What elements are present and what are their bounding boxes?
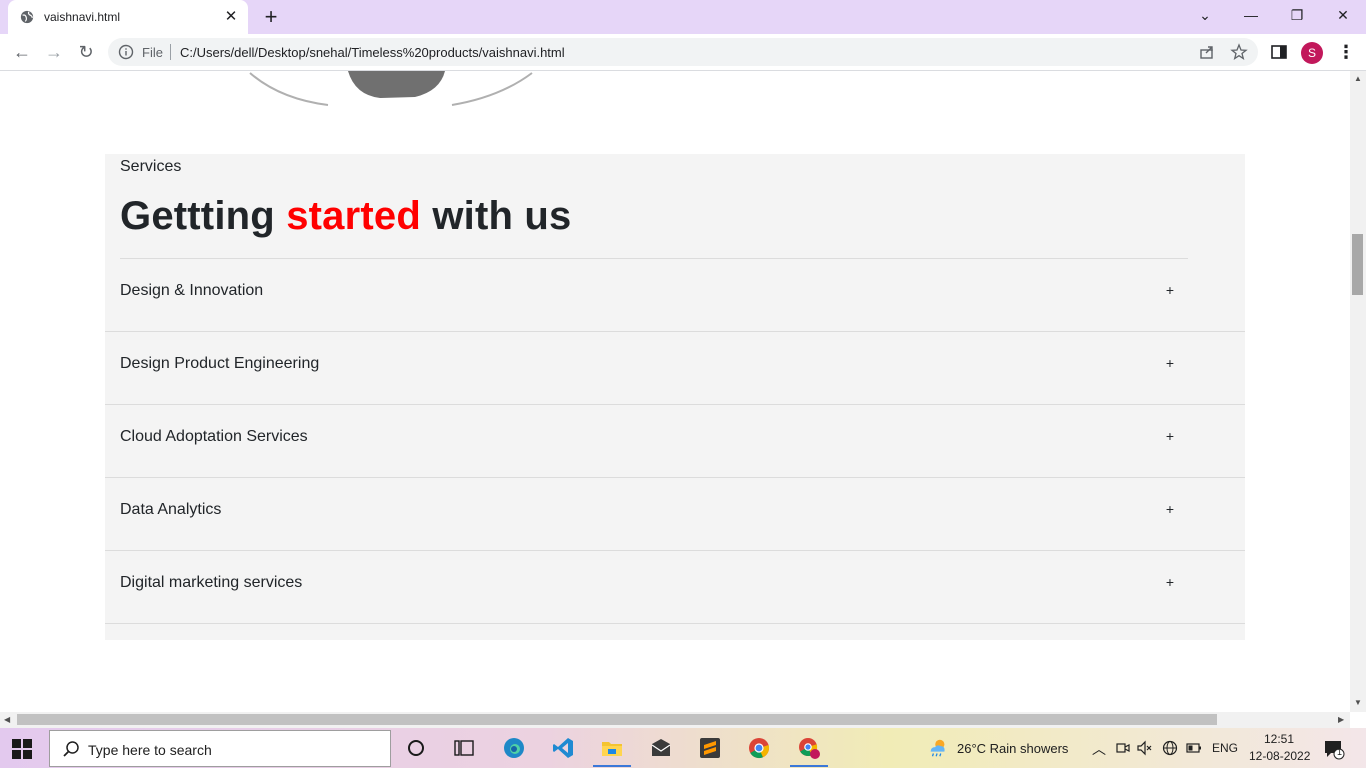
url-text[interactable]: C:/Users/dell/Desktop/snehal/Timeless%20… (180, 45, 565, 60)
minimize-button[interactable]: — (1228, 0, 1274, 32)
active-app-indicator (593, 765, 631, 767)
taskbar-search-input[interactable]: Type here to search (49, 730, 391, 767)
clock-time[interactable]: 12:51 (1264, 732, 1294, 746)
expand-plus-icon[interactable]: + (1163, 500, 1177, 518)
network-globe-icon[interactable] (1162, 740, 1178, 756)
windows-taskbar: Type here to search 26°C Rain showers ︿ … (0, 728, 1366, 768)
divider (170, 44, 171, 60)
vscode-icon[interactable] (551, 736, 575, 760)
page-viewport: Services Gettting started with us Design… (0, 71, 1350, 712)
edge-browser-icon[interactable] (502, 736, 526, 760)
vertical-scrollbar[interactable]: ▲ ▼ (1350, 71, 1366, 712)
search-placeholder: Type here to search (88, 742, 212, 758)
expand-plus-icon[interactable]: + (1163, 281, 1177, 299)
clock-date[interactable]: 12-08-2022 (1249, 749, 1310, 763)
heading-accent-word: started (286, 194, 421, 238)
accordion-label[interactable]: Cloud Adoptation Services (120, 428, 308, 446)
scroll-down-arrow-icon[interactable]: ▼ (1354, 698, 1362, 707)
accordion-item-cloud-adoptation[interactable]: Cloud Adoptation Services + (105, 405, 1245, 478)
file-explorer-icon[interactable] (600, 736, 624, 760)
scroll-up-arrow-icon[interactable]: ▲ (1354, 74, 1362, 83)
menu-icon[interactable]: ⋮ (1334, 40, 1358, 64)
share-icon[interactable] (1198, 43, 1216, 61)
close-tab-icon[interactable]: ✕ (222, 8, 240, 26)
info-icon[interactable] (118, 44, 134, 60)
services-section: Services Gettting started with us Design… (105, 154, 1245, 640)
close-window-button[interactable]: ✕ (1320, 0, 1366, 32)
scroll-left-arrow-icon[interactable]: ◀ (4, 715, 10, 724)
windows-start-icon[interactable] (12, 739, 32, 759)
horizontal-scroll-thumb[interactable] (17, 714, 1217, 725)
sublime-text-icon[interactable] (698, 736, 722, 760)
expand-plus-icon[interactable]: + (1163, 354, 1177, 372)
forward-icon[interactable]: → (42, 40, 66, 64)
tab-title: vaishnavi.html (44, 10, 121, 24)
section-label: Services (120, 158, 182, 175)
tab-search-icon[interactable]: ⌄ (1182, 0, 1228, 32)
active-app-indicator (790, 765, 828, 767)
browser-tab[interactable]: vaishnavi.html ✕ (8, 0, 248, 34)
notification-count-badge: 1 (1337, 747, 1343, 757)
language-indicator[interactable]: ENG (1212, 741, 1238, 755)
browser-toolbar: ← → ↻ File C:/Users/dell/Desktop/snehal/… (0, 34, 1366, 71)
mail-icon[interactable] (649, 736, 673, 760)
weather-text[interactable]: 26°C Rain showers (957, 741, 1068, 756)
heading-text-start: Gettting (120, 194, 287, 238)
side-panel-icon[interactable] (1271, 44, 1287, 60)
accordion-item-data-analytics[interactable]: Data Analytics + (105, 478, 1245, 551)
accordion-item-digital-marketing[interactable]: Digital marketing services + (105, 551, 1245, 624)
restore-button[interactable]: ❐ (1274, 0, 1320, 32)
chrome-icon[interactable] (747, 736, 771, 760)
reload-icon[interactable]: ↻ (74, 40, 98, 64)
accordion-label[interactable]: Design & Innovation (120, 282, 263, 300)
heading-text-end: with us (421, 194, 572, 238)
new-tab-button[interactable]: + (260, 6, 282, 28)
meet-now-icon[interactable] (1115, 740, 1131, 756)
accordion-label[interactable]: Data Analytics (120, 501, 221, 519)
back-icon[interactable]: ← (10, 40, 34, 64)
search-icon (63, 741, 79, 757)
bookmark-star-icon[interactable] (1230, 43, 1248, 61)
accordion-label[interactable]: Digital marketing services (120, 574, 302, 592)
battery-icon[interactable] (1186, 740, 1202, 756)
globe-icon (20, 10, 34, 24)
weather-icon[interactable] (927, 737, 949, 759)
vertical-scroll-thumb[interactable] (1352, 234, 1363, 295)
expand-plus-icon[interactable]: + (1163, 573, 1177, 591)
accordion-item-design-product-engineering[interactable]: Design Product Engineering + (105, 332, 1245, 405)
scheme-label: File (142, 45, 163, 60)
profile-avatar[interactable]: S (1301, 42, 1323, 64)
address-bar[interactable]: File C:/Users/dell/Desktop/snehal/Timele… (108, 38, 1258, 66)
task-view-icon[interactable] (452, 736, 476, 760)
accordion-item-design-innovation[interactable]: Design & Innovation + (105, 259, 1245, 332)
cortana-icon[interactable] (404, 736, 428, 760)
horizontal-scrollbar[interactable]: ◀ ▶ (0, 712, 1350, 728)
show-hidden-icons-chevron-icon[interactable]: ︿ (1092, 739, 1106, 759)
expand-plus-icon[interactable]: + (1163, 427, 1177, 445)
chrome-profile-icon[interactable] (797, 736, 821, 760)
accordion-label[interactable]: Design Product Engineering (120, 355, 319, 373)
speaker-muted-icon[interactable] (1137, 740, 1153, 756)
hero-image-fragment (249, 71, 533, 106)
section-heading: Gettting started with us (120, 194, 572, 239)
title-bar: vaishnavi.html ✕ + ⌄ — ❐ ✕ (0, 0, 1366, 34)
scroll-right-arrow-icon[interactable]: ▶ (1338, 715, 1344, 724)
